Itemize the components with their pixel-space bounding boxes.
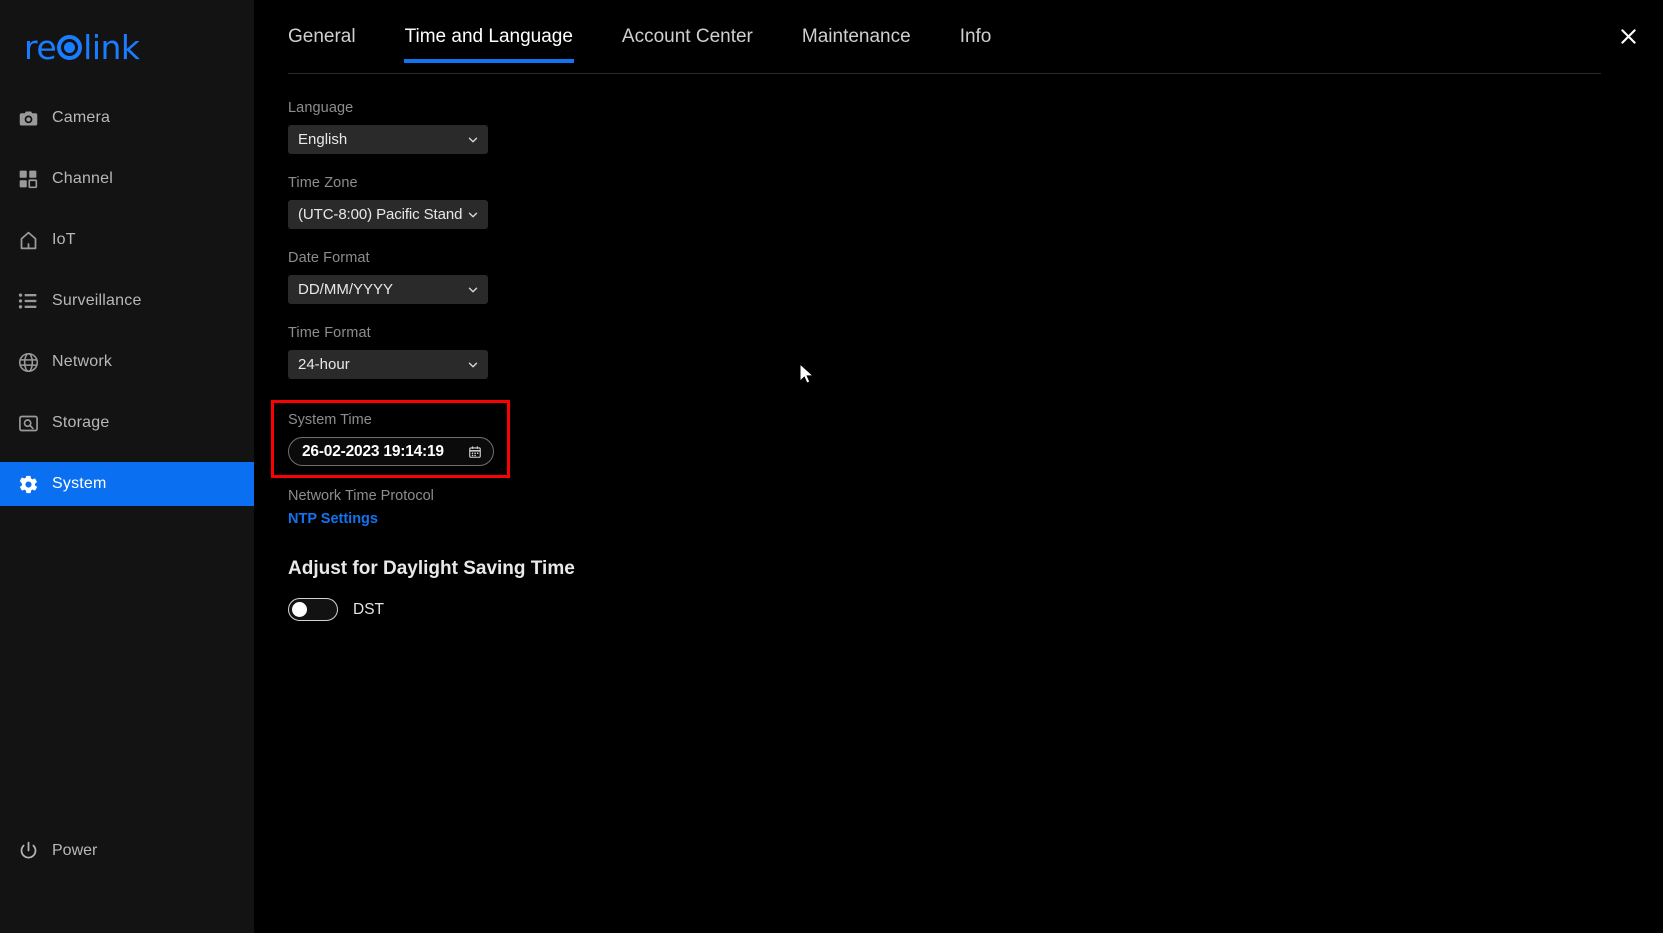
system-time-label: System Time [288, 412, 372, 428]
tab-time-and-language[interactable]: Time and Language [403, 0, 575, 63]
date-format-value: DD/MM/YYYY [298, 281, 394, 298]
power-label: Power [52, 841, 98, 859]
chevron-down-icon [466, 208, 480, 222]
language-select[interactable]: English [288, 125, 488, 154]
dst-toggle-label: DST [353, 600, 384, 618]
time-zone-value: (UTC-8:00) Pacific Standard Time [298, 206, 462, 223]
toggle-knob [292, 602, 307, 617]
gear-icon [18, 471, 52, 497]
sidebar-item-label: System [52, 475, 107, 492]
date-format-select[interactable]: DD/MM/YYYY [288, 275, 488, 304]
system-time-value: 26-02-2023 19:14:19 [302, 442, 444, 460]
sidebar-item-label: Camera [52, 109, 111, 126]
sidebar-item-system[interactable]: System [0, 462, 254, 506]
tab-list: General Time and Language Account Center… [288, 0, 1663, 63]
chevron-down-icon [466, 283, 480, 297]
dst-section-title: Adjust for Daylight Saving Time [288, 558, 575, 579]
logo-text-part1: re [24, 27, 57, 67]
tab-info[interactable]: Info [960, 0, 992, 48]
home-icon [18, 227, 52, 253]
reolink-settings-window: re link Camera Channel IoT Surveillance … [0, 0, 1663, 933]
calendar-icon[interactable] [468, 445, 482, 459]
dst-toggle[interactable] [288, 598, 338, 621]
time-format-value: 24-hour [298, 356, 350, 373]
channel-grid-icon [18, 166, 52, 192]
time-format-select[interactable]: 24-hour [288, 350, 488, 379]
time-zone-label: Time Zone [288, 175, 358, 191]
ntp-settings-link[interactable]: NTP Settings [288, 511, 378, 527]
language-field: Language English [288, 100, 1663, 154]
chevron-down-icon [466, 133, 480, 147]
time-zone-select[interactable]: (UTC-8:00) Pacific Standard Time [288, 200, 488, 229]
logo-o-mark [57, 34, 83, 60]
tab-maintenance[interactable]: Maintenance [802, 0, 911, 48]
globe-icon [18, 349, 52, 375]
time-format-field: Time Format 24-hour [288, 325, 1663, 379]
storage-disk-icon [18, 410, 52, 436]
tab-account-center[interactable]: Account Center [622, 0, 753, 48]
date-format-label: Date Format [288, 250, 370, 266]
sidebar-item-camera[interactable]: Camera [0, 96, 254, 140]
logo-text-part2: link [83, 27, 140, 67]
tab-bar: General Time and Language Account Center… [254, 0, 1663, 74]
sidebar-item-iot[interactable]: IoT [0, 218, 254, 262]
system-time-field: System Time 26-02-2023 19:14:19 [271, 400, 527, 478]
system-time-input[interactable]: 26-02-2023 19:14:19 [288, 437, 494, 466]
sidebar-item-label: Channel [52, 170, 114, 187]
ntp-field: Network Time Protocol NTP Settings [288, 488, 1663, 528]
language-value: English [298, 131, 348, 148]
sidebar-item-label: Storage [52, 414, 110, 431]
dst-row: DST [288, 598, 1663, 621]
time-format-label: Time Format [288, 325, 371, 341]
sidebar-item-label: Surveillance [52, 292, 142, 309]
main-panel: General Time and Language Account Center… [254, 0, 1663, 933]
power-icon [18, 840, 52, 861]
sidebar: re link Camera Channel IoT Surveillance … [0, 0, 254, 933]
sidebar-item-surveillance[interactable]: Surveillance [0, 279, 254, 323]
close-icon[interactable] [1611, 19, 1645, 53]
sidebar-item-channel[interactable]: Channel [0, 157, 254, 201]
sidebar-nav: Camera Channel IoT Surveillance Network … [0, 96, 254, 506]
language-label: Language [288, 100, 354, 116]
list-icon [18, 288, 52, 314]
sidebar-item-label: Network [52, 353, 113, 370]
settings-form: Language English Time Zone (UTC-8:00) Pa… [254, 74, 1663, 621]
time-zone-field: Time Zone (UTC-8:00) Pacific Standard Ti… [288, 175, 1663, 229]
date-format-field: Date Format DD/MM/YYYY [288, 250, 1663, 304]
camera-icon [18, 105, 52, 131]
power-button[interactable]: Power [18, 840, 97, 861]
logo-wordmark: re link [24, 28, 140, 67]
sidebar-item-network[interactable]: Network [0, 340, 254, 384]
tab-general[interactable]: General [288, 0, 356, 48]
sidebar-item-label: IoT [52, 231, 76, 248]
reolink-logo: re link [24, 24, 254, 70]
sidebar-item-storage[interactable]: Storage [0, 401, 254, 445]
chevron-down-icon [466, 358, 480, 372]
ntp-label: Network Time Protocol [288, 488, 434, 504]
